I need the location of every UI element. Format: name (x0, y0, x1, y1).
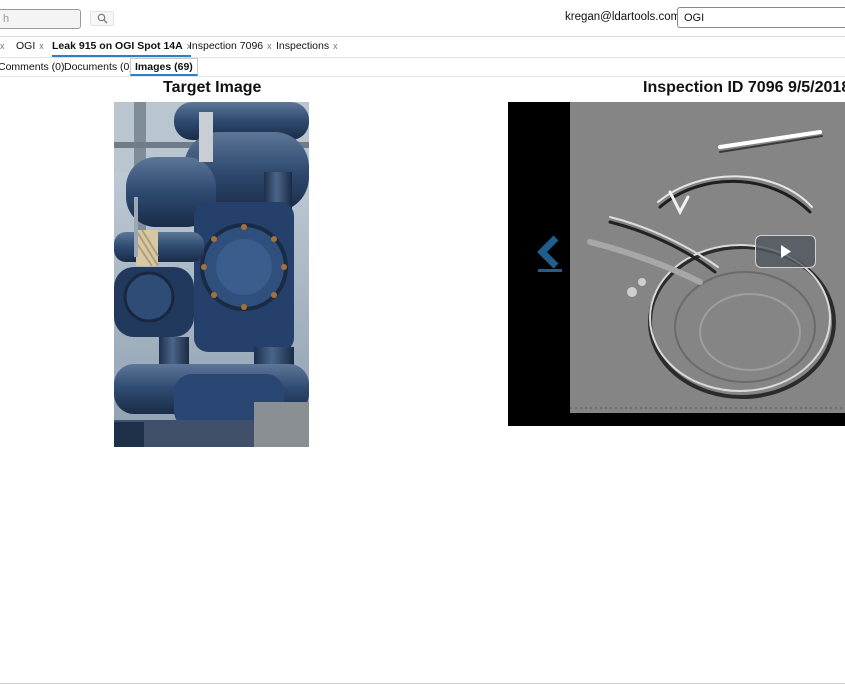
inspection-title: Inspection ID 7096 9/5/2018 (643, 79, 845, 96)
tab-inspections[interactable]: Inspections x (276, 40, 338, 55)
close-icon[interactable]: x (267, 41, 272, 51)
play-button[interactable] (755, 235, 816, 268)
subtab-comments[interactable]: Comments (0) (0, 61, 65, 73)
tab-label: OGI (16, 40, 36, 52)
search-button[interactable] (90, 11, 114, 26)
inspection-video-player[interactable] (508, 102, 845, 426)
top-bar: h kregan@ldartools.com OGI (0, 0, 845, 37)
tab-inspection-7096[interactable]: Inspection 7096 x (189, 40, 272, 55)
close-icon[interactable]: x (0, 41, 5, 51)
subtab-documents[interactable]: Documents (0) (64, 61, 133, 73)
search-input[interactable]: h (0, 9, 81, 29)
target-image-title: Target Image (163, 79, 262, 96)
close-icon[interactable]: x (39, 41, 44, 51)
tab-label: Inspection 7096 (189, 40, 264, 52)
tab-ogi[interactable]: OGI x (16, 40, 44, 55)
chevron-left-icon[interactable] (536, 234, 564, 274)
tab-close-leading[interactable]: x (0, 40, 5, 55)
play-icon (780, 245, 791, 258)
magnifier-icon (97, 13, 107, 24)
tab-label: Inspections (276, 40, 330, 52)
company-select[interactable]: OGI (677, 7, 845, 28)
user-email[interactable]: kregan@ldartools.com (565, 11, 680, 23)
tab-bar: x OGI x Leak 915 on OGI Spot 14A x Inspect… (0, 37, 845, 58)
tab-leak-915[interactable]: Leak 915 on OGI Spot 14A x (52, 40, 192, 57)
subtab-images[interactable]: Images (69) (130, 58, 198, 76)
close-icon[interactable]: x (333, 41, 338, 51)
tab-label: Leak 915 on OGI Spot 14A (52, 40, 183, 52)
subtab-bar: Comments (0) Documents (0) Images (69) (0, 58, 845, 77)
target-image[interactable] (114, 102, 309, 447)
